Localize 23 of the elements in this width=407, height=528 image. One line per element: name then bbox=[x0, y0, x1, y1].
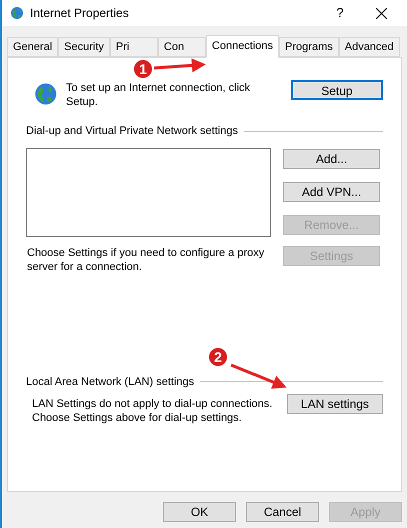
tab[interactable]: General bbox=[7, 37, 58, 57]
setup-text: To set up an Internet connection, click Setup. bbox=[66, 81, 252, 109]
dialog-button[interactable]: Add VPN... bbox=[283, 182, 380, 202]
dialog-button[interactable]: Add... bbox=[283, 148, 380, 168]
dialog-button[interactable]: Cancel bbox=[246, 502, 319, 522]
globe-icon bbox=[8, 5, 24, 21]
tab[interactable]: Con bbox=[158, 37, 206, 57]
dialog-button[interactable]: LAN settings bbox=[286, 394, 383, 414]
connection-list[interactable] bbox=[26, 148, 271, 236]
setup-button[interactable]: Setup bbox=[290, 80, 383, 100]
help-button[interactable]: ? bbox=[325, 3, 355, 23]
tab[interactable]: Security bbox=[58, 37, 110, 57]
tab[interactable]: Pri bbox=[110, 37, 158, 57]
lan-text: LAN Settings do not apply to dial-up connections. Choose Settings above for dial-up settings. bbox=[32, 397, 274, 425]
tab[interactable]: Advanced bbox=[338, 37, 400, 57]
tab[interactable]: Programs bbox=[279, 37, 339, 57]
proxy-text: Choose Settings if you need to configure a proxy server for a connection. bbox=[26, 246, 266, 274]
tab[interactable]: Connections bbox=[206, 35, 280, 58]
window-title: Internet Properties bbox=[30, 5, 129, 22]
section-heading: Dial-up and Virtual Private Network settings bbox=[26, 124, 238, 139]
section-heading: Local Area Network (LAN) settings bbox=[26, 374, 194, 390]
arrow-annotation bbox=[154, 57, 206, 75]
dialog-button[interactable]: OK bbox=[163, 502, 236, 522]
